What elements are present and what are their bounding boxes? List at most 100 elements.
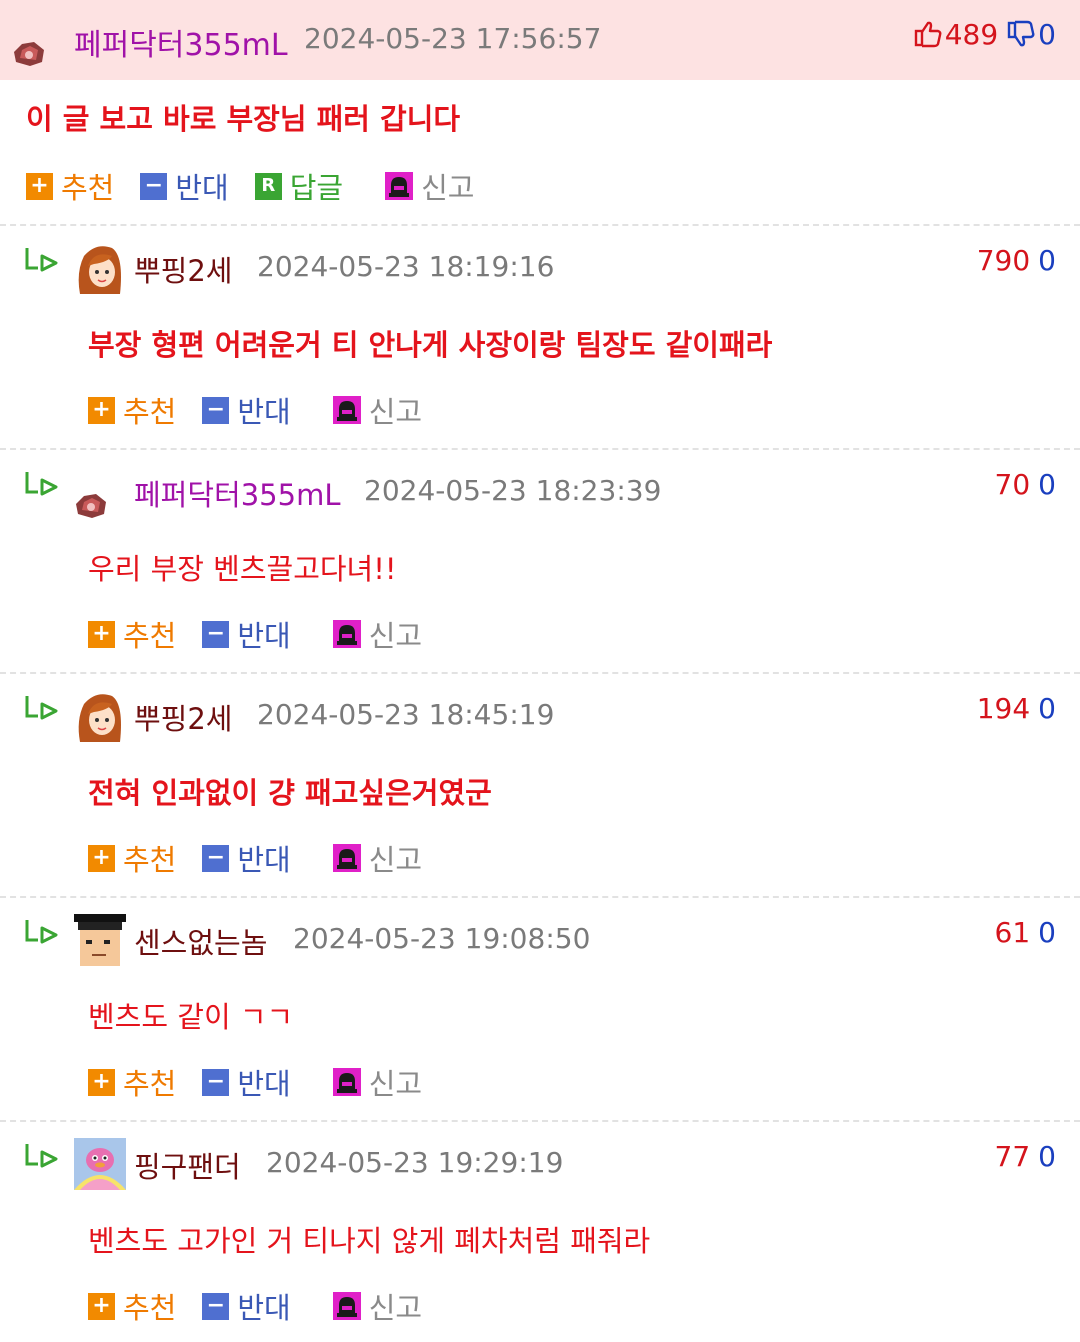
author-level-icon [76,494,106,518]
minus-box-icon: − [202,396,230,424]
author-name[interactable]: 핑구팬더 [134,1144,241,1186]
report-label: 신고 [368,843,423,877]
comment-body: 우리 부장 벤츠끌고다녀!! [88,552,397,586]
main-comment: 페퍼닥터355mL 2024-05-23 17:56:57 489 0 이 글 … [0,0,1080,226]
report-button[interactable]: 신고 [332,837,423,879]
vote-summary: 77 0 [995,1140,1056,1173]
author-name[interactable]: 페퍼닥터355mL [134,472,340,514]
dislikes-count: 0 [1038,1140,1056,1173]
minus-box-icon: − [202,1292,230,1320]
recommend-label: 추천 [123,843,177,877]
oppose-label: 반대 [237,1067,291,1101]
dislikes-count: 0 [1038,468,1056,501]
recommend-label: 추천 [123,619,177,653]
reply-arrow-icon [25,920,58,944]
likes-count: 61 [994,916,1031,949]
recommend-label: 추천 [123,1291,177,1325]
likes-count: 489 [944,17,999,51]
minus-box-icon: − [140,172,168,200]
vote-summary: 61 0 [995,916,1056,949]
recommend-button[interactable]: + 추천 [88,389,176,431]
likes-count: 70 [994,468,1031,501]
author-name[interactable]: 뿌핑2세 [134,696,233,738]
recommend-label: 추천 [123,395,177,429]
r-box-icon: R [254,172,282,200]
recommend-button[interactable]: + 추천 [26,165,114,207]
comment-actions: + 추천 − 반대 신고 [88,1286,448,1326]
siren-icon [332,844,361,872]
plus-box-icon: + [26,172,53,200]
author-name[interactable]: 센스없는놈 [134,920,267,962]
comment-actions: + 추천 − 반대 신고 [88,390,448,430]
reply-arrow-icon [25,696,58,720]
dislikes-count: 0 [1038,916,1056,949]
reply-label: 답글 [289,171,344,205]
recommend-button[interactable]: + 추천 [88,1061,176,1103]
dislikes-count: 0 [1038,17,1056,51]
comment-body: 이 글 보고 바로 부장님 패러 갑니다 [26,102,461,136]
reply-comment: 핑구팬더 2024-05-23 19:29:19 77 0 벤츠도 고가인 거 티… [0,1122,1080,1342]
dislikes-count: 0 [1038,692,1056,725]
report-label: 신고 [368,619,423,653]
minus-box-icon: − [202,844,230,872]
report-button[interactable]: 신고 [332,389,423,431]
oppose-button[interactable]: − 반대 [202,1285,291,1327]
siren-icon [385,172,414,200]
comment-actions: + 추천 − 반대 신고 [88,838,448,878]
report-button[interactable]: 신고 [332,1061,423,1103]
reply-arrow-icon [25,1144,58,1168]
siren-icon [332,1292,361,1320]
vote-summary: 70 0 [995,468,1056,501]
report-label: 신고 [368,1291,423,1325]
oppose-label: 반대 [237,619,291,653]
oppose-button[interactable]: − 반대 [202,837,291,879]
plus-box-icon: + [88,620,115,648]
dislikes-count: 0 [1038,244,1056,277]
oppose-button[interactable]: − 반대 [140,165,229,207]
siren-icon [332,396,361,424]
avatar[interactable] [74,690,126,742]
avatar[interactable] [74,242,126,294]
comment-timestamp: 2024-05-23 18:45:19 [257,698,555,731]
avatar[interactable] [74,914,126,966]
comment-actions: + 추천 − 반대 R 답글 신고 [26,166,501,206]
reply-arrow-icon [25,248,58,272]
comment-timestamp: 2024-05-23 19:08:50 [293,922,591,955]
author-name[interactable]: 뿌핑2세 [134,248,233,290]
report-label: 신고 [368,395,423,429]
author-level-icon [14,42,44,66]
report-button[interactable]: 신고 [385,165,475,207]
comment-actions: + 추천 − 반대 신고 [88,1062,448,1102]
plus-box-icon: + [88,396,115,424]
report-label: 신고 [368,1067,423,1101]
oppose-button[interactable]: − 반대 [202,613,291,655]
plus-box-icon: + [88,844,115,872]
recommend-button[interactable]: + 추천 [88,837,176,879]
vote-summary: 790 0 [977,244,1056,277]
comment-timestamp: 2024-05-23 18:19:16 [257,250,555,283]
thumbs-down-icon[interactable] [1006,19,1036,49]
oppose-label: 반대 [175,171,229,205]
oppose-button[interactable]: − 반대 [202,1061,291,1103]
vote-summary: 489 0 [913,16,1056,52]
report-button[interactable]: 신고 [332,1285,423,1327]
reply-comment: 페퍼닥터355mL 2024-05-23 18:23:39 70 0 우리 부장 … [0,450,1080,674]
reply-button[interactable]: R 답글 [254,165,344,207]
comment-body: 전혀 인과없이 걍 패고싶은거였군 [88,776,492,810]
avatar[interactable] [74,1138,126,1190]
report-button[interactable]: 신고 [332,613,423,655]
author-name[interactable]: 페퍼닥터355mL [74,20,288,64]
comment-actions: + 추천 − 반대 신고 [88,614,448,654]
oppose-label: 반대 [237,395,291,429]
thumbs-up-icon[interactable] [913,19,943,49]
comment-header: 페퍼닥터355mL 2024-05-23 17:56:57 489 0 [0,0,1080,80]
comment-body: 벤츠도 고가인 거 티나지 않게 폐차처럼 패줘라 [88,1224,651,1258]
report-label: 신고 [421,171,475,205]
recommend-button[interactable]: + 추천 [88,613,176,655]
oppose-button[interactable]: − 반대 [202,389,291,431]
vote-summary: 194 0 [977,692,1056,725]
recommend-button[interactable]: + 추천 [88,1285,176,1327]
likes-count: 790 [976,244,1031,277]
oppose-label: 반대 [237,1291,291,1325]
comment-body: 부장 형편 어려운거 티 안나게 사장이랑 팀장도 같이패라 [88,328,773,362]
